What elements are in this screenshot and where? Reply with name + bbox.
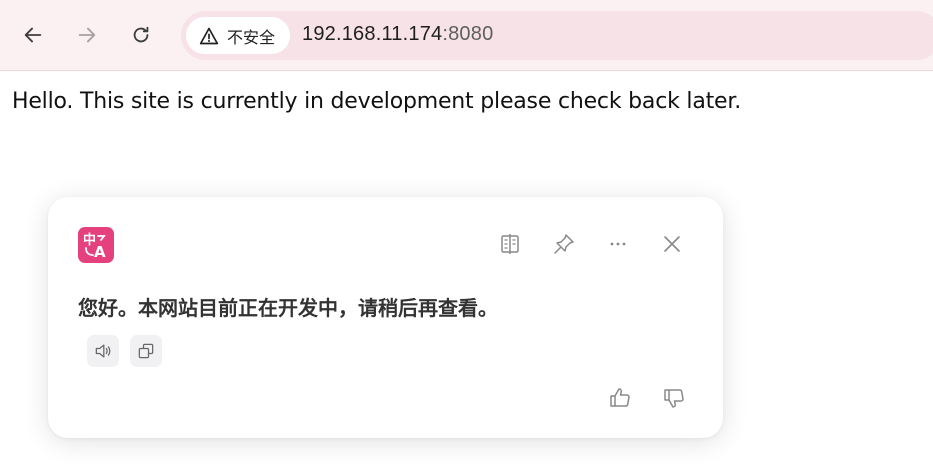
speaker-icon xyxy=(95,344,111,358)
copy-icon xyxy=(138,343,154,359)
url-host: 192.168.11.174 xyxy=(302,23,443,45)
arrow-right-icon xyxy=(78,27,96,43)
page-body-text: Hello. This site is currently in develop… xyxy=(12,89,742,114)
close-button[interactable] xyxy=(657,229,687,259)
bilingual-compare-icon xyxy=(501,234,519,254)
more-button[interactable] xyxy=(603,229,633,259)
pin-button[interactable] xyxy=(549,229,579,259)
security-label: 不安全 xyxy=(227,27,276,47)
warning-triangle-icon xyxy=(199,27,219,44)
speak-button[interactable] xyxy=(87,335,119,367)
dislike-button[interactable] xyxy=(659,383,689,413)
reload-icon xyxy=(133,26,149,43)
url-port: :8080 xyxy=(442,23,494,45)
address-bar[interactable]: 不安全 192.168.11.174:8080 xyxy=(181,11,933,60)
back-button[interactable] xyxy=(14,16,52,54)
close-icon xyxy=(664,236,680,252)
browser-toolbar: 不安全 192.168.11.174:8080 xyxy=(0,0,933,71)
forward-button[interactable] xyxy=(68,16,106,54)
thumbs-up-icon xyxy=(610,388,630,407)
compare-button[interactable] xyxy=(495,229,525,259)
like-button[interactable] xyxy=(605,383,635,413)
pin-icon xyxy=(554,234,574,254)
more-horizontal-icon xyxy=(610,242,626,246)
translation-popup: 中 A 您好。本网站目前正在开发中，请稍后再查看。 xyxy=(48,197,723,438)
url-text[interactable]: 192.168.11.174:8080 xyxy=(302,23,493,46)
translation-text: 您好。本网站目前正在开发中，请稍后再查看。 xyxy=(78,296,498,320)
arrow-left-icon xyxy=(24,27,42,43)
thumbs-down-icon xyxy=(664,389,684,408)
reload-button[interactable] xyxy=(122,16,160,54)
copy-button[interactable] xyxy=(130,335,162,367)
translate-logo-icon: 中 A xyxy=(78,227,114,263)
site-info-chip[interactable]: 不安全 xyxy=(186,17,290,54)
svg-text:A: A xyxy=(94,243,106,260)
